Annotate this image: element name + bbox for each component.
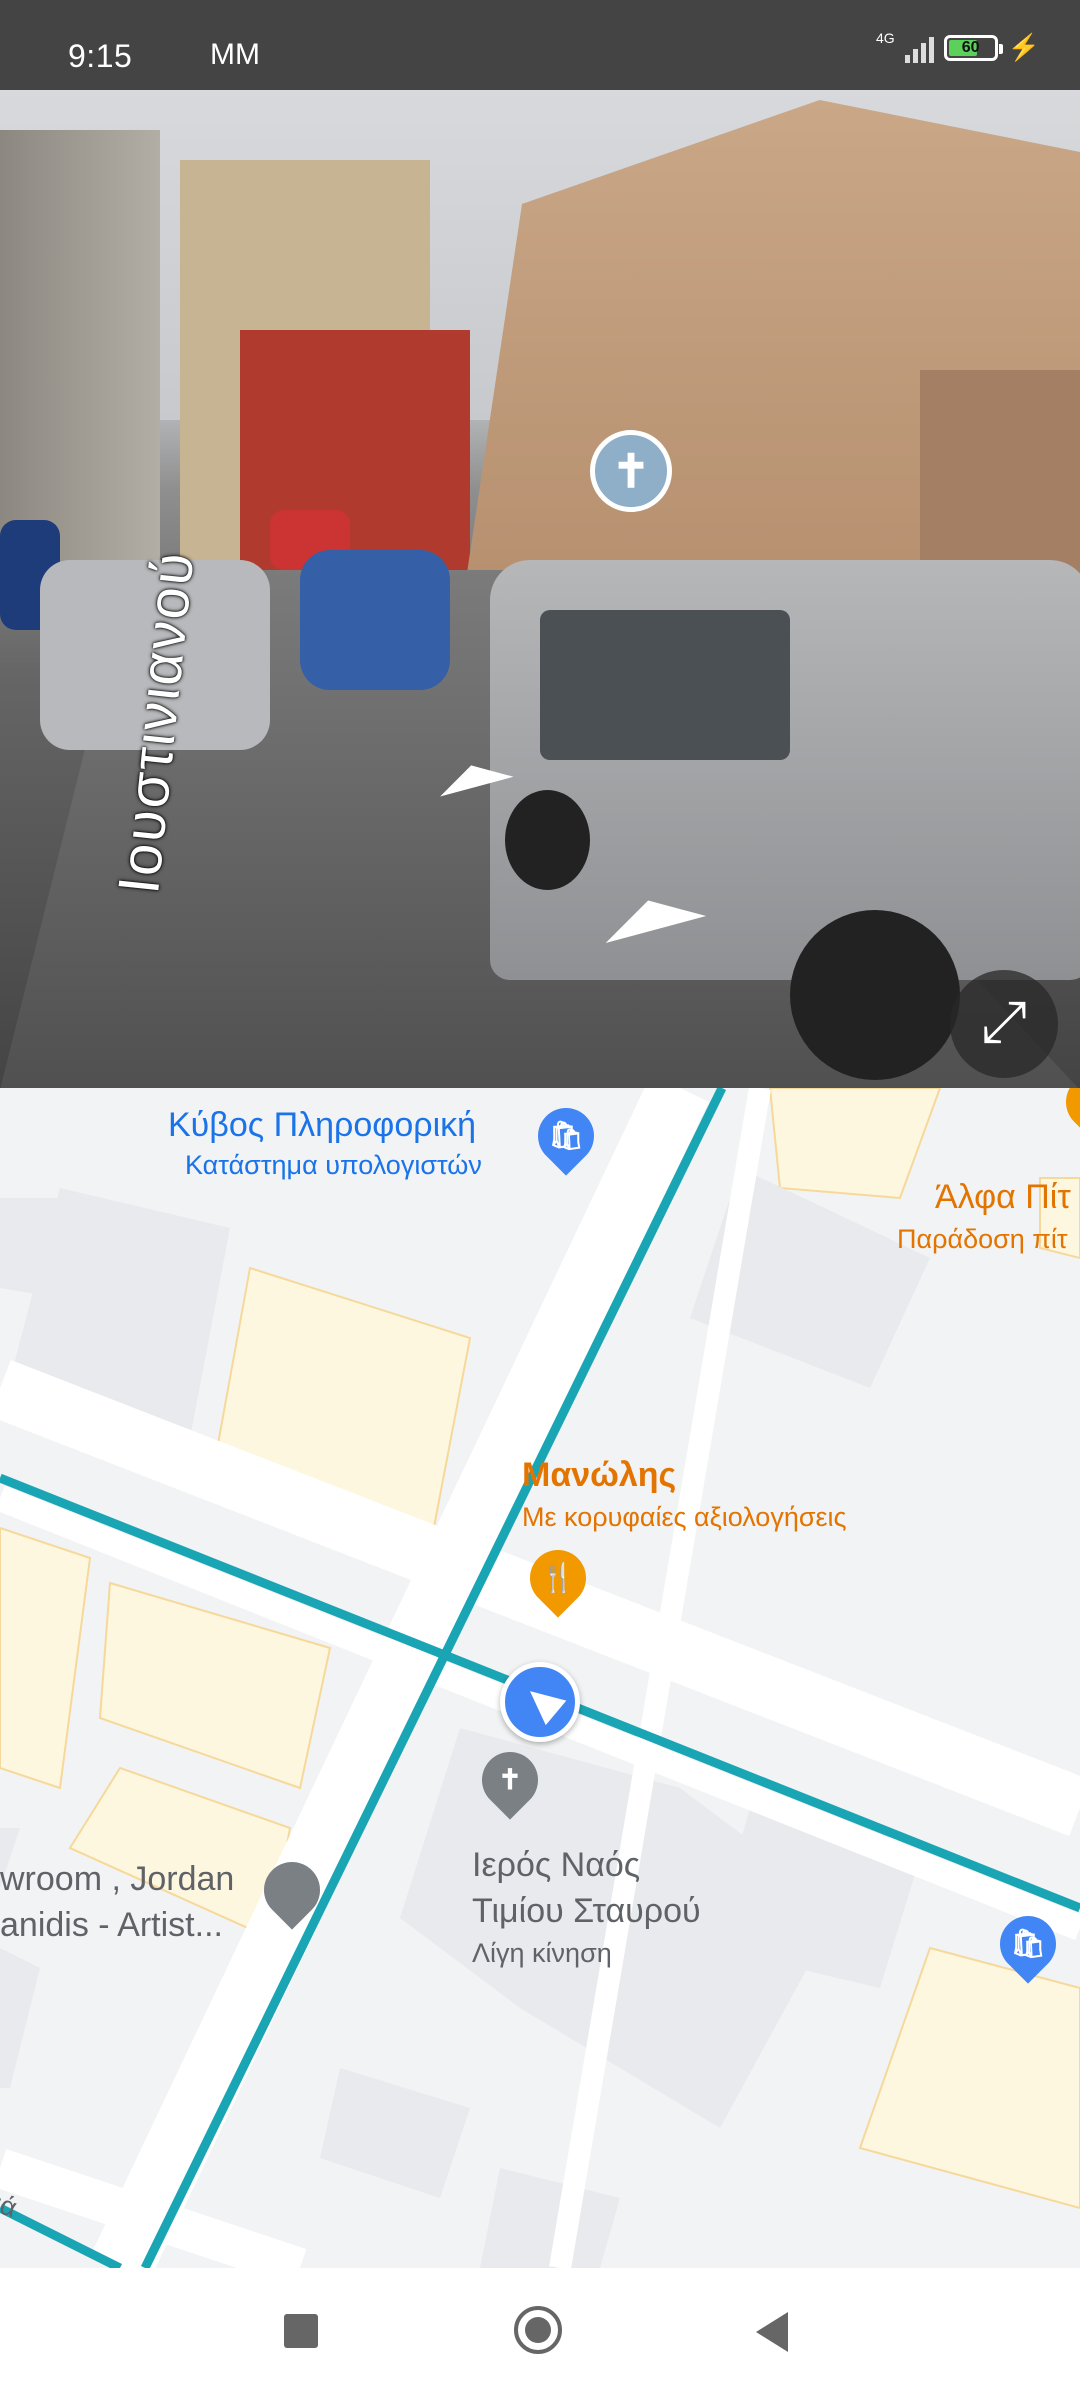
battery-icon: 60 [943,34,1003,61]
place-name[interactable]: Κύβος Πληροφορική [168,1106,476,1145]
place-subtitle: Λίγη κίνηση [472,1938,612,1968]
charging-icon: ⚡ [1007,32,1040,62]
place-pin-icon[interactable] [252,1850,332,1930]
restaurant-pin-icon[interactable]: 🍴 [518,1538,598,1618]
status-time: 9:15 [68,38,133,74]
back-button[interactable] [756,2312,788,2352]
place-name[interactable]: Άλφα Πίτ [935,1178,1071,1217]
battery-level: 60 [961,38,980,56]
status-icons: 4G 60 ⚡ [875,29,1040,63]
church-pin-icon[interactable]: ✝ [470,1740,550,1820]
place-name-line2[interactable]: anidis - Artist... [0,1906,223,1945]
place-name-line2[interactable]: Τιμίου Σταυρού [472,1892,701,1931]
place-subtitle: Κατάστημα υπολογιστών [185,1150,482,1180]
place-subtitle: Παράδοση πίτ [897,1224,1068,1254]
signal-icon [904,33,934,63]
place-name-line1[interactable]: wroom , Jordan [0,1860,234,1899]
shopping-pin-icon[interactable]: 🛍 [526,1096,606,1176]
network-type: 4G [875,29,895,46]
church-pin-icon[interactable]: ✝ [590,430,672,512]
street-view-suv-window [540,610,790,760]
status-bar: 9:15 MM 4G 60 ⚡ [0,0,1080,90]
recents-button[interactable] [284,2314,318,2348]
place-name[interactable]: Μανώλης [522,1456,676,1495]
user-location-icon[interactable] [500,1662,580,1742]
street-view-wheel [505,790,590,890]
home-button[interactable] [514,2306,562,2354]
street-view-wheel [790,910,960,1080]
street-view-car [300,550,450,690]
status-carrier: MM [210,38,260,71]
street-view-panel[interactable]: Ιουστινιανού ✝ ⤢ [0,90,1080,1088]
place-name-line1[interactable]: Ιερός Ναός [472,1846,640,1885]
expand-icon[interactable]: ⤢ [950,970,1058,1078]
place-subtitle: Με κορυφαίες αξιολογήσεις [522,1502,847,1532]
system-nav-bar [0,2268,1080,2400]
map-panel[interactable]: 🛍 Κύβος Πληροφορική Κατάστημα υπολογιστώ… [0,1088,1080,2268]
shopping-pin-icon[interactable]: 🛍 [988,1904,1068,1984]
